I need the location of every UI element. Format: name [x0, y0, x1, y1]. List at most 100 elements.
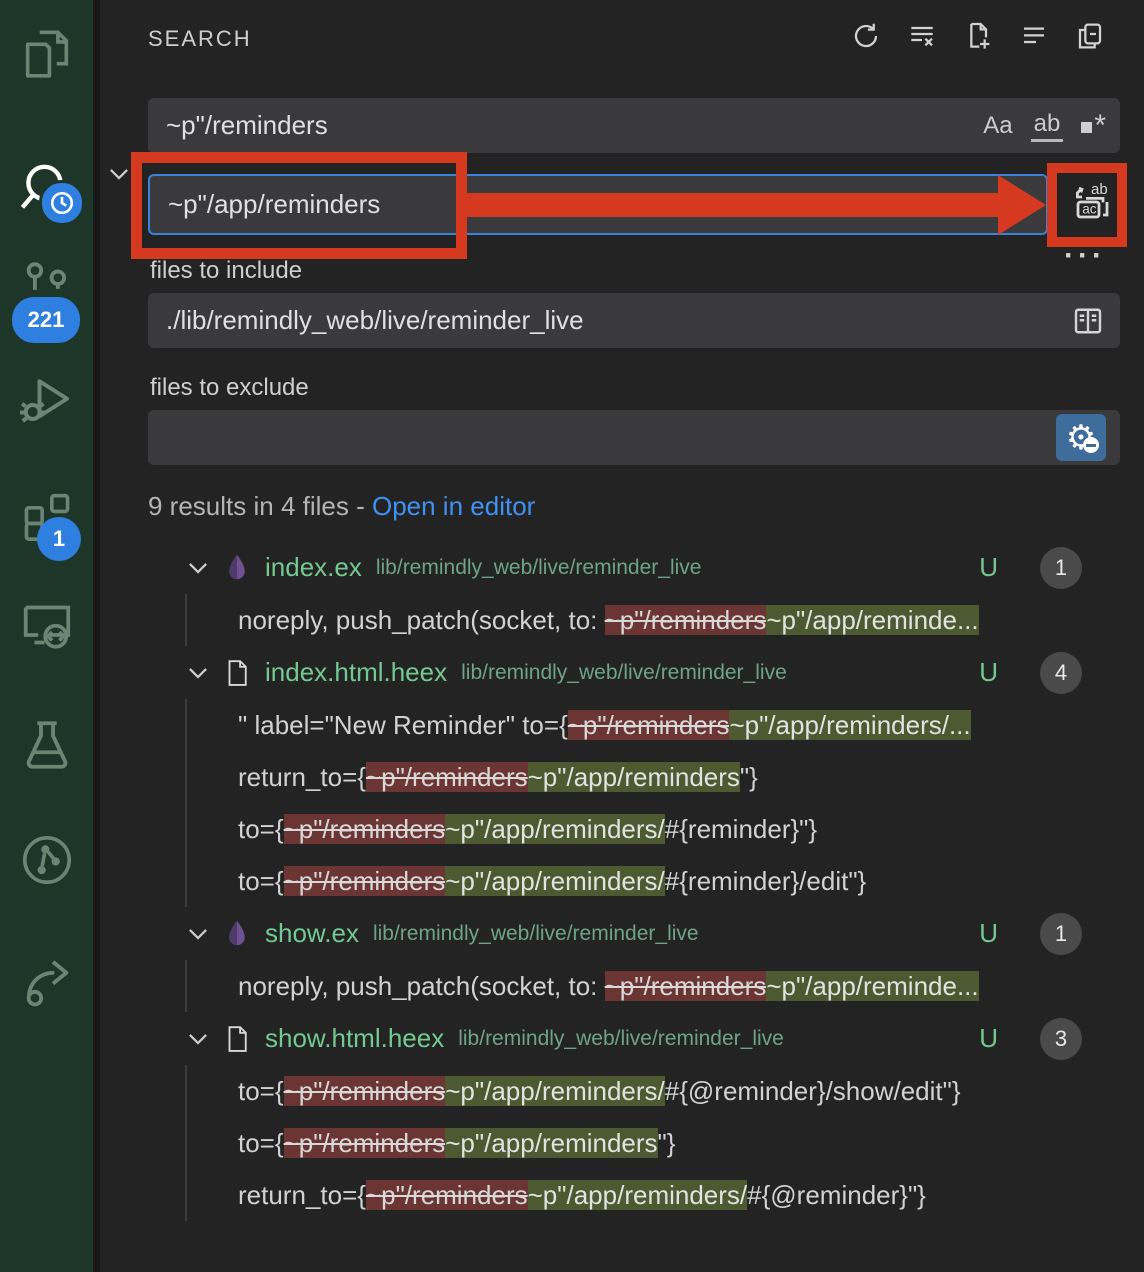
replacement-preview-text: ~p"/app/reminders/ — [445, 866, 665, 896]
chevron-down-icon[interactable] — [185, 1026, 211, 1052]
removed-match-text: ~p"/reminders — [284, 1076, 446, 1106]
match-line[interactable]: to={~p"/reminders~p"/app/reminders/#{rem… — [187, 855, 1124, 907]
match-group: " label="New Reminder" to={~p"/reminders… — [185, 699, 1124, 907]
toggle-replace-chevron-icon[interactable] — [106, 161, 132, 187]
sidebar-item-share[interactable] — [0, 930, 93, 1030]
replacement-preview-text: ~p"/app/reminders/ — [445, 814, 665, 844]
replace-all-button[interactable]: ab ac — [1058, 173, 1124, 235]
test-beaker-icon — [18, 716, 76, 774]
files-to-exclude-input[interactable]: ⚙ — [148, 410, 1120, 465]
include-value-text: ./lib/remindly_web/live/reminder_live — [166, 305, 584, 336]
match-context-text: return_to={ — [238, 1180, 366, 1210]
match-context-text: "} — [658, 1128, 676, 1158]
replacement-preview-text: ~p"/app/reminders/ — [528, 1180, 748, 1210]
page-file-icon — [221, 1023, 253, 1055]
sidebar-item-explorer[interactable] — [0, 4, 93, 104]
collapse-all-icon[interactable] — [1018, 20, 1050, 52]
sidebar-item-commit-graph[interactable] — [0, 810, 93, 910]
search-query-text: ~p"/reminders — [166, 110, 328, 141]
match-line[interactable]: to={~p"/reminders~p"/app/reminders"} — [187, 1117, 1124, 1169]
commit-graph-icon — [18, 831, 76, 889]
result-file-row[interactable]: show.html.heex lib/remindly_web/live/remi… — [148, 1012, 1124, 1065]
match-context-text: " label="New Reminder" to={ — [238, 710, 568, 740]
use-exclude-settings-button[interactable]: ⚙ — [1056, 414, 1106, 461]
match-context-text: "} — [740, 762, 758, 792]
match-line[interactable]: noreply, push_patch(socket, to: ~p"/remi… — [187, 594, 1124, 646]
match-line[interactable]: return_to={~p"/reminders~p"/app/reminder… — [187, 1169, 1124, 1221]
header-actions — [850, 20, 1106, 52]
match-context-text: noreply, push_patch(socket, to: — [238, 971, 605, 1001]
search-panel: SEARCH — [100, 0, 1144, 1272]
toggle-search-details-icon[interactable]: ··· — [1052, 251, 1118, 261]
match-line[interactable]: to={~p"/reminders~p"/app/reminders/#{rem… — [187, 803, 1124, 855]
replace-row: ~p"/app/reminders AB ab ac ··· — [148, 173, 1124, 235]
chevron-down-icon[interactable] — [185, 555, 211, 581]
sidebar-item-search[interactable] — [0, 138, 93, 238]
activity-bar: 221 1 — [0, 0, 100, 1272]
remote-explorer-icon — [17, 595, 77, 655]
summary-separator: - — [349, 491, 372, 521]
match-line[interactable]: " label="New Reminder" to={~p"/reminders… — [187, 699, 1124, 751]
match-count-badge: 4 — [1040, 652, 1082, 694]
replacement-preview-text: ~p"/app/reminders/... — [729, 710, 970, 740]
match-count-badge: 1 — [1040, 913, 1082, 955]
whole-word-toggle[interactable]: ab — [1031, 110, 1064, 142]
search-history-clock-badge — [39, 180, 85, 226]
git-status-badge: U — [967, 552, 998, 583]
files-to-exclude-label: files to exclude — [150, 374, 1124, 402]
match-context-text: return_to={ — [238, 762, 366, 792]
view-mode-icon[interactable] — [1074, 20, 1106, 52]
chevron-down-icon[interactable] — [185, 921, 211, 947]
result-file-row[interactable]: index.exlib/remindly_web/live/reminder_l… — [148, 541, 1124, 594]
run-debug-icon — [17, 370, 77, 430]
replacement-preview-text: ~p"/app/reminders — [445, 1128, 657, 1158]
regex-toggle[interactable]: * — [1081, 109, 1106, 143]
result-file-row[interactable]: index.html.heexlib/remindly_web/live/rem… — [148, 646, 1124, 699]
match-context-text: to={ — [238, 1076, 284, 1106]
minus-circle-icon — [1083, 437, 1099, 453]
page-title: SEARCH — [148, 26, 252, 51]
replacement-preview-text: ~p"/app/reminde... — [766, 971, 978, 1001]
file-name: index.html.heex — [265, 657, 447, 688]
search-input[interactable]: ~p"/reminders Aa ab * — [148, 98, 1120, 153]
open-editors-book-icon[interactable] — [1070, 303, 1106, 339]
regex-asterisk: * — [1094, 109, 1106, 142]
clear-search-results-icon[interactable] — [906, 20, 938, 52]
match-line[interactable]: noreply, push_patch(socket, to: ~p"/remi… — [187, 960, 1124, 1012]
match-context-text: to={ — [238, 866, 284, 896]
match-context-text: to={ — [238, 1128, 284, 1158]
match-context-text: #{reminder}/edit"} — [665, 866, 866, 896]
file-path: lib/remindly_web/live/reminder_live — [458, 1027, 784, 1051]
new-search-editor-icon[interactable] — [962, 20, 994, 52]
regex-square — [1081, 122, 1092, 133]
refresh-icon[interactable] — [850, 20, 882, 52]
replace-value-text: ~p"/app/reminders — [168, 189, 380, 220]
removed-match-text: ~p"/reminders — [568, 710, 730, 740]
open-in-editor-link[interactable]: Open in editor — [372, 491, 535, 521]
replace-input[interactable]: ~p"/app/reminders AB — [148, 174, 1048, 235]
svg-text:ab: ab — [1091, 181, 1108, 198]
svg-text:ac: ac — [1082, 202, 1097, 217]
match-case-toggle[interactable]: Aa — [983, 112, 1012, 140]
source-control-count-badge: 221 — [12, 297, 80, 343]
file-name: show.ex — [265, 918, 359, 949]
extensions-count-badge: 1 — [37, 517, 81, 561]
sidebar-item-remote-explorer[interactable] — [0, 575, 93, 675]
removed-match-text: ~p"/reminders — [284, 866, 446, 896]
match-count-badge: 1 — [1040, 547, 1082, 589]
files-to-include-input[interactable]: ./lib/remindly_web/live/reminder_live — [148, 293, 1120, 348]
sidebar-item-extensions[interactable]: 1 — [0, 465, 93, 565]
result-file-row[interactable]: show.exlib/remindly_web/live/reminder_li… — [148, 907, 1124, 960]
file-name: show.html.heex — [265, 1023, 444, 1054]
removed-match-text: ~p"/reminders — [605, 605, 767, 635]
removed-match-text: ~p"/reminders — [366, 762, 528, 792]
sidebar-item-testing[interactable] — [0, 695, 93, 795]
match-context-text: #{reminder}"} — [665, 814, 817, 844]
sidebar-item-source-control[interactable]: 221 — [0, 235, 93, 335]
preserve-case-toggle[interactable]: AB — [1000, 190, 1032, 218]
chevron-down-icon[interactable] — [185, 660, 211, 686]
file-path: lib/remindly_web/live/reminder_live — [376, 556, 702, 580]
match-line[interactable]: return_to={~p"/reminders~p"/app/reminder… — [187, 751, 1124, 803]
match-line[interactable]: to={~p"/reminders~p"/app/reminders/#{@re… — [187, 1065, 1124, 1117]
sidebar-item-run-debug[interactable] — [0, 350, 93, 450]
